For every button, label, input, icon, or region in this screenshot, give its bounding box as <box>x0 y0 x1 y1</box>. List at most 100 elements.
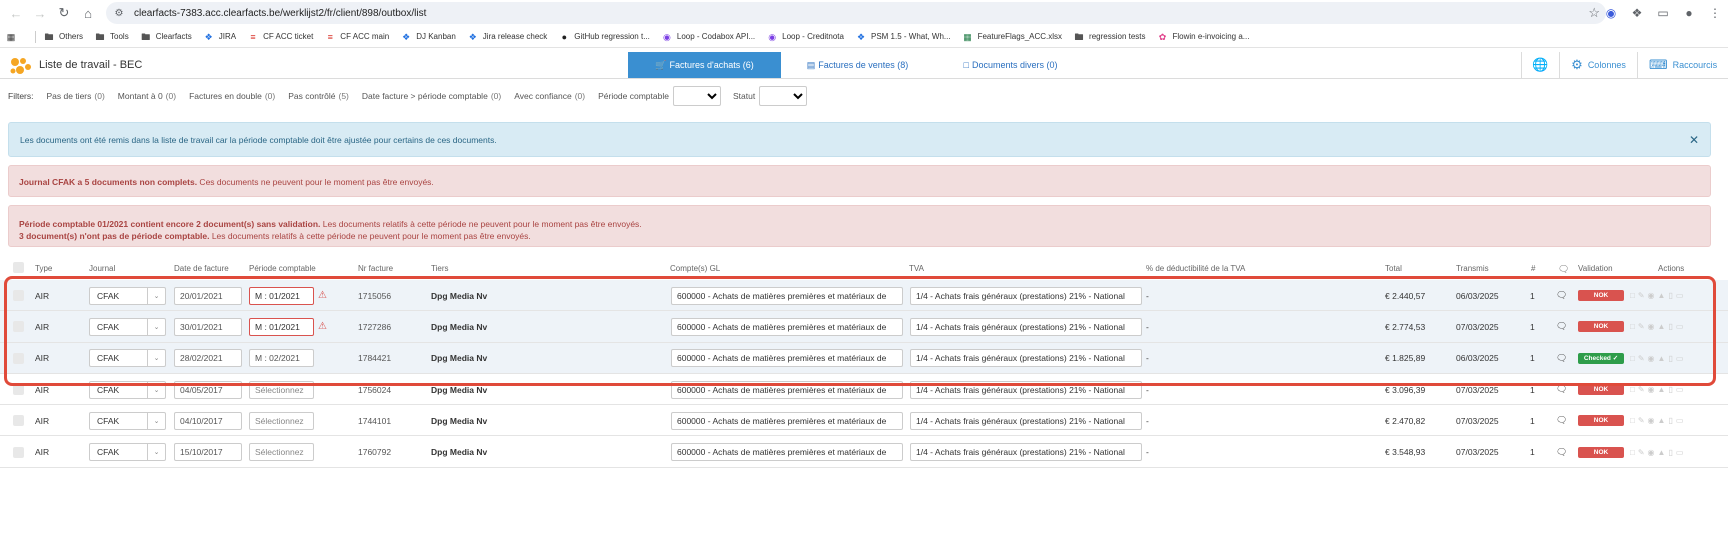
comment-icon[interactable]: 🗨 <box>1556 343 1567 374</box>
eye-icon[interactable]: ◉ <box>1648 354 1655 363</box>
copy-icon[interactable]: ▯ <box>1668 291 1672 300</box>
status-filter-select[interactable] <box>759 86 808 106</box>
extension-icon[interactable]: ◉ <box>1598 0 1624 26</box>
table-row[interactable]: AIR CFAK ⌄ 04/05/2017 Sélectionnez 17560… <box>0 374 1728 406</box>
select-all-checkbox[interactable] <box>13 262 24 273</box>
bookmark-item[interactable]: 🖿 Tools <box>95 32 129 42</box>
journal-select[interactable]: CFAK ⌄ <box>89 443 166 462</box>
apps-grid-icon[interactable]: ▦ <box>6 32 21 42</box>
gl-account-input[interactable]: 600000 - Achats de matières premières et… <box>671 443 903 462</box>
edit-icon[interactable]: ✎ <box>1638 385 1645 394</box>
journal-select[interactable]: CFAK ⌄ <box>89 286 166 305</box>
validation-badge[interactable]: Checked ✓ <box>1578 352 1624 364</box>
eye-icon[interactable]: ◉ <box>1648 448 1655 457</box>
journal-select[interactable]: CFAK ⌄ <box>89 411 166 430</box>
copy-icon[interactable]: ▯ <box>1668 416 1672 425</box>
comment-icon[interactable]: 🗨 <box>1556 311 1567 342</box>
gl-account-input[interactable]: 600000 - Achats de matières premières et… <box>671 317 903 336</box>
validation-badge[interactable]: NOK <box>1578 415 1624 427</box>
bookmark-item[interactable]: ◉ Loop - Codabox API... <box>662 32 755 42</box>
col-validation[interactable]: Validation <box>1578 264 1613 273</box>
user-icon[interactable]: ▲ <box>1658 416 1666 425</box>
bookmark-item[interactable]: ✿ Flowin e-invoicing a... <box>1158 32 1250 42</box>
user-icon[interactable]: ▲ <box>1658 322 1666 331</box>
tva-input[interactable]: 1/4 - Achats frais généraux (prestations… <box>910 411 1142 430</box>
col-type[interactable]: Type <box>35 264 52 273</box>
col-deduct[interactable]: % de déductibilité de la TVA <box>1146 264 1245 273</box>
invoice-date-input[interactable]: 15/10/2017 <box>174 443 242 462</box>
bookmark-item[interactable]: ≡ CF ACC ticket <box>248 32 313 42</box>
bookmark-item[interactable]: ≡ CF ACC main <box>325 32 390 42</box>
tva-input[interactable]: 1/4 - Achats frais généraux (prestations… <box>910 286 1142 305</box>
journal-select[interactable]: CFAK ⌄ <box>89 380 166 399</box>
edit-icon[interactable]: ✎ <box>1638 354 1645 363</box>
tab-sales-invoices[interactable]: ▤ Factures de ventes (8) <box>781 52 934 78</box>
row-checkbox[interactable] <box>13 446 24 458</box>
row-checkbox[interactable] <box>13 384 24 396</box>
validation-badge[interactable]: NOK <box>1578 290 1624 302</box>
copy-icon[interactable]: ▯ <box>1668 354 1672 363</box>
tva-input[interactable]: 1/4 - Achats frais généraux (prestations… <box>910 380 1142 399</box>
document-icon[interactable]: □ <box>1630 291 1635 300</box>
comment-icon[interactable]: 🗨 <box>1556 374 1567 405</box>
back-arrow-icon[interactable]: ← <box>4 1 28 25</box>
tab-purchase-invoices[interactable]: 🛒 Factures d'achats (6) <box>628 52 781 78</box>
tva-input[interactable]: 1/4 - Achats frais généraux (prestations… <box>910 443 1142 462</box>
col-period[interactable]: Période comptable <box>249 264 316 273</box>
period-input[interactable]: Sélectionnez <box>249 380 314 399</box>
filter-item[interactable]: Date facture > période comptable (0) <box>362 91 501 101</box>
eye-icon[interactable]: ◉ <box>1648 322 1655 331</box>
trash-icon[interactable]: ▭ <box>1676 354 1684 363</box>
filter-item[interactable]: Factures en double (0) <box>189 91 275 101</box>
gl-account-input[interactable]: 600000 - Achats de matières premières et… <box>671 286 903 305</box>
invoice-date-input[interactable]: 30/01/2021 <box>174 317 242 336</box>
gl-account-input[interactable]: 600000 - Achats de matières premières et… <box>671 349 903 368</box>
period-input[interactable]: M : 01/2021 <box>249 286 314 305</box>
user-icon[interactable]: ▲ <box>1658 385 1666 394</box>
col-gl[interactable]: Compte(s) GL <box>670 264 720 273</box>
language-globe-button[interactable]: 🌐 <box>1521 52 1559 78</box>
bookmark-item[interactable]: 🖿 regression tests <box>1074 32 1146 42</box>
edit-icon[interactable]: ✎ <box>1638 322 1645 331</box>
copy-icon[interactable]: ▯ <box>1668 448 1672 457</box>
table-row[interactable]: AIR CFAK ⌄ 20/01/2021 M : 01/2021 ⚠ 1715… <box>0 280 1728 312</box>
home-icon[interactable]: ⌂ <box>76 1 100 25</box>
tiers-name[interactable]: Dpg Media Nv <box>431 311 487 342</box>
invoice-date-input[interactable]: 04/10/2017 <box>174 411 242 430</box>
bookmark-item[interactable]: ❖ Jira release check <box>468 32 548 42</box>
trash-icon[interactable]: ▭ <box>1676 291 1684 300</box>
table-row[interactable]: AIR CFAK ⌄ 28/02/2021 M : 02/2021 178442… <box>0 342 1728 374</box>
invoice-date-input[interactable]: 28/02/2021 <box>174 349 242 368</box>
tiers-name[interactable]: Dpg Media Nv <box>431 437 487 468</box>
bookmark-item[interactable]: ● GitHub regression t... <box>559 32 650 42</box>
period-filter-select[interactable] <box>672 86 721 106</box>
tva-input[interactable]: 1/4 - Achats frais généraux (prestations… <box>910 349 1142 368</box>
menu-kebab-icon[interactable]: ⋮ <box>1702 0 1728 26</box>
col-total[interactable]: Total <box>1385 264 1402 273</box>
filter-item[interactable]: Pas contrôlé (5) <box>288 91 349 101</box>
tiers-name[interactable]: Dpg Media Nv <box>431 374 487 405</box>
document-icon[interactable]: □ <box>1630 416 1635 425</box>
tab-other-documents[interactable]: □ Documents divers (0) <box>934 52 1087 78</box>
edit-icon[interactable]: ✎ <box>1638 448 1645 457</box>
forward-arrow-icon[interactable]: → <box>28 1 52 25</box>
row-checkbox[interactable] <box>13 290 24 302</box>
tiers-name[interactable]: Dpg Media Nv <box>431 405 487 436</box>
trash-icon[interactable]: ▭ <box>1676 448 1684 457</box>
gl-account-input[interactable]: 600000 - Achats de matières premières et… <box>671 411 903 430</box>
copy-icon[interactable]: ▯ <box>1668 385 1672 394</box>
col-transmis[interactable]: Transmis <box>1456 264 1489 273</box>
period-input[interactable]: M : 01/2021 <box>249 317 314 336</box>
invoice-date-input[interactable]: 04/05/2017 <box>174 380 242 399</box>
bookmark-item[interactable]: ◉ Loop - Creditnota <box>767 32 844 42</box>
shortcuts-button[interactable]: ⌨ Raccourcis <box>1637 52 1728 78</box>
user-icon[interactable]: ▲ <box>1658 354 1666 363</box>
journal-select[interactable]: CFAK ⌄ <box>89 317 166 336</box>
period-input[interactable]: M : 02/2021 <box>249 349 314 368</box>
comment-icon[interactable]: 🗨 <box>1556 280 1567 311</box>
validation-badge[interactable]: NOK <box>1578 321 1624 333</box>
validation-badge[interactable]: NOK <box>1578 384 1624 396</box>
edit-icon[interactable]: ✎ <box>1638 291 1645 300</box>
col-tva[interactable]: TVA <box>909 264 924 273</box>
edit-icon[interactable]: ✎ <box>1638 416 1645 425</box>
